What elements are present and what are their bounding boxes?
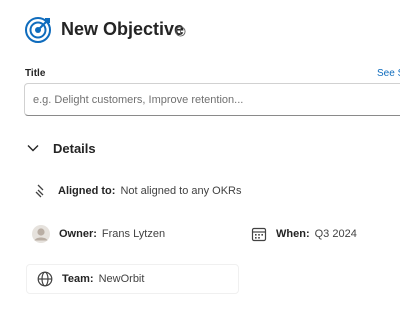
title-input[interactable] [24,83,400,116]
aligned-to-value: Not aligned to any OKRs [120,185,242,197]
team-value: NewOrbit [98,273,145,285]
owner-value: Frans Lytzen [101,228,166,240]
owner-row[interactable]: Owner: Frans Lytzen [31,225,165,243]
when-row[interactable]: When: Q3 2024 [251,225,357,243]
aligned-to-label: Aligned to: [58,185,116,197]
owner-label: Owner: [59,228,97,240]
suggestion-link[interactable]: See S [377,68,400,79]
calendar-icon [251,227,267,242]
alignment-icon [35,184,44,198]
aligned-to-row[interactable]: Aligned to: Not aligned to any OKRs [33,182,242,200]
target-icon [25,17,51,43]
team-row[interactable]: Team: NewOrbit [37,270,144,288]
team-label: Team: [62,273,94,285]
details-label: Details [53,140,96,156]
info-icon[interactable] [175,26,186,37]
title-label: Title [25,68,46,79]
chevron-down-icon [27,145,39,152]
avatar [32,225,50,243]
globe-icon [37,271,53,287]
details-toggle[interactable]: Details [26,138,96,158]
when-value: Q3 2024 [314,228,357,240]
page-title: New Objective [61,19,185,39]
when-label: When: [276,228,310,240]
